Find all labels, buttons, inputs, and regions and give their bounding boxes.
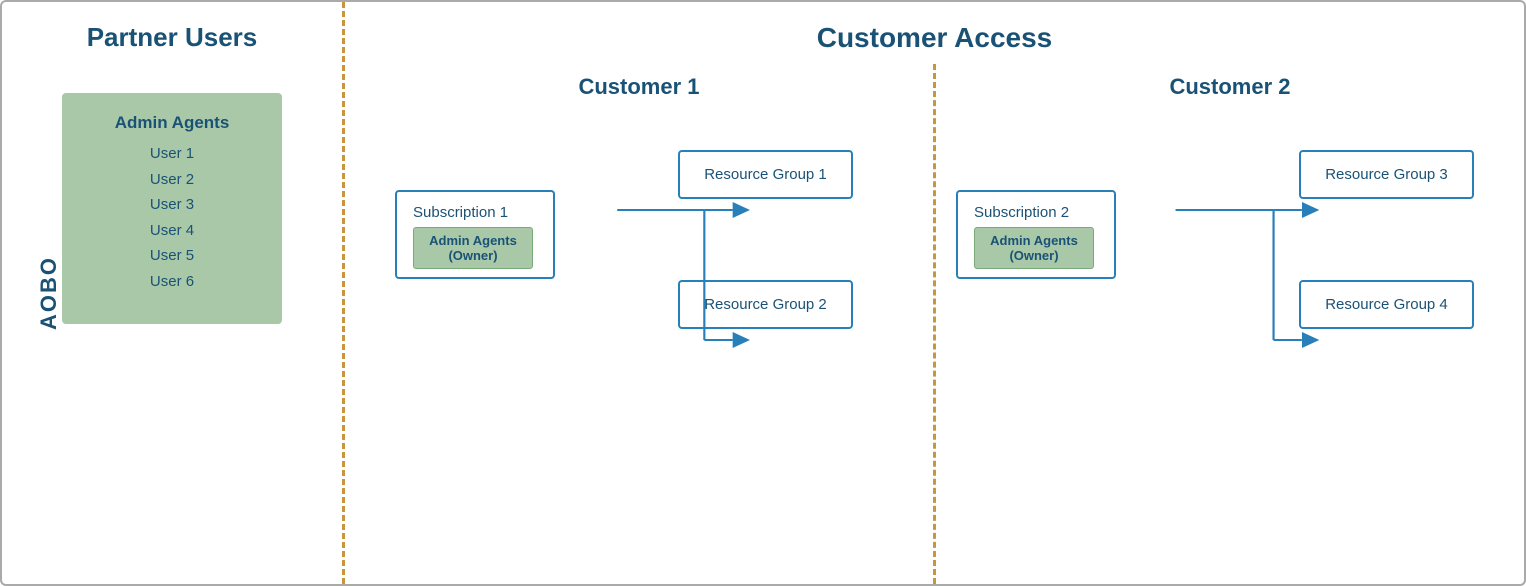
admin-owner-badge-1: Admin Agents(Owner) [413, 227, 533, 269]
admin-agents-box: Admin Agents User 1User 2User 3User 4Use… [62, 93, 282, 324]
resource-group-3-box: Resource Group 3 [1299, 150, 1474, 199]
customers-row: Customer 1 Subscription 1 Admin Agents(O… [345, 64, 1524, 584]
users-list: User 1User 2User 3User 4User 5User 6 [150, 141, 194, 294]
resource-group-1-label: Resource Group 1 [700, 166, 831, 183]
user-item: User 4 [150, 218, 194, 244]
customer1-column: Customer 1 Subscription 1 Admin Agents(O… [345, 64, 933, 584]
customer2-title: Customer 2 [1169, 74, 1290, 100]
subscription2-label: Subscription 2 [974, 204, 1094, 221]
user-item: User 2 [150, 167, 194, 193]
user-item: User 5 [150, 243, 194, 269]
customer-access-title: Customer Access [345, 2, 1524, 64]
user-item: User 6 [150, 269, 194, 295]
partner-section-title: Partner Users [87, 22, 258, 53]
resource-group-4-box: Resource Group 4 [1299, 280, 1474, 329]
user-item: User 3 [150, 192, 194, 218]
user-item: User 1 [150, 141, 194, 167]
subscription2-box: Subscription 2 Admin Agents(Owner) [956, 190, 1116, 279]
resource-group-1-box: Resource Group 1 [678, 150, 853, 199]
customer-access-section: Customer Access Customer 1 Subscription … [345, 2, 1524, 584]
admin-agents-title: Admin Agents [115, 113, 230, 133]
resource-group-4-label: Resource Group 4 [1321, 296, 1452, 313]
customer1-title: Customer 1 [578, 74, 699, 100]
partner-section: AOBO Partner Users Admin Agents User 1Us… [2, 2, 342, 584]
customer2-column: Customer 2 Subscription 2 Admin Agents(O… [936, 64, 1524, 584]
resource-group-2-box: Resource Group 2 [678, 280, 853, 329]
subscription1-label: Subscription 1 [413, 204, 533, 221]
customer2-diagram: Subscription 2 Admin Agents(Owner) Resou… [936, 130, 1524, 430]
customer1-diagram: Subscription 1 Admin Agents(Owner) Resou… [345, 130, 933, 430]
resource-group-2-label: Resource Group 2 [700, 296, 831, 313]
resource-group-3-label: Resource Group 3 [1321, 166, 1452, 183]
subscription1-box: Subscription 1 Admin Agents(Owner) [395, 190, 555, 279]
admin-owner-badge-2: Admin Agents(Owner) [974, 227, 1094, 269]
aobo-label: AOBO [36, 256, 62, 330]
diagram-container: AOBO Partner Users Admin Agents User 1Us… [0, 0, 1526, 586]
